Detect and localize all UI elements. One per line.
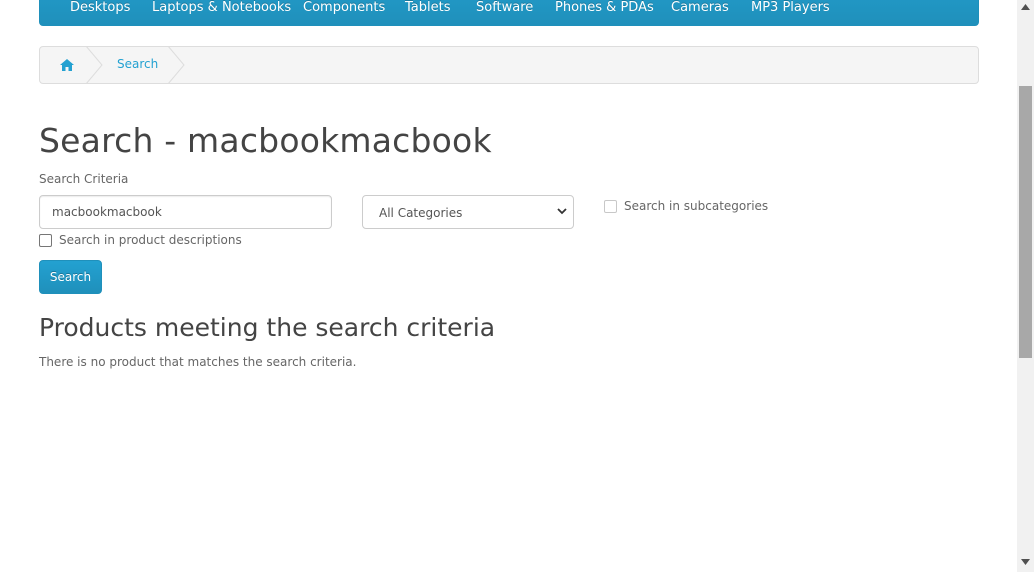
scroll-up-arrow-icon[interactable] <box>1021 4 1030 10</box>
menu-item-mp3-players[interactable]: MP3 Players <box>751 0 830 15</box>
descriptions-label: Search in product descriptions <box>59 233 242 247</box>
results-heading: Products meeting the search criteria <box>39 313 496 342</box>
category-selected-value: All Categories <box>379 206 463 220</box>
search-input[interactable] <box>39 195 332 229</box>
search-button[interactable]: Search <box>39 260 102 294</box>
category-menu: Desktops Laptops & Notebooks Components … <box>39 0 979 26</box>
menu-item-software[interactable]: Software <box>476 0 533 15</box>
menu-item-tablets[interactable]: Tablets <box>405 0 451 15</box>
no-results-message: There is no product that matches the sea… <box>39 355 357 369</box>
menu-item-phones-pdas[interactable]: Phones & PDAs <box>555 0 654 15</box>
breadcrumb: Search <box>39 46 979 84</box>
menu-item-components[interactable]: Components <box>303 0 385 15</box>
descriptions-checkbox[interactable] <box>39 234 52 247</box>
vertical-scrollbar[interactable] <box>1017 0 1034 572</box>
subcategories-label: Search in subcategories <box>624 199 769 213</box>
home-icon[interactable] <box>58 56 76 74</box>
page: Desktops Laptops & Notebooks Components … <box>0 0 1017 572</box>
chevron-down-icon <box>557 208 567 215</box>
breadcrumb-search-link[interactable]: Search <box>117 57 158 71</box>
breadcrumb-separator <box>167 46 185 84</box>
scrollbar-thumb[interactable] <box>1019 86 1032 358</box>
menu-item-desktops[interactable]: Desktops <box>70 0 130 15</box>
scroll-down-arrow-icon[interactable] <box>1021 559 1030 565</box>
breadcrumb-separator <box>85 46 103 84</box>
category-select[interactable]: All Categories <box>362 195 574 229</box>
menu-item-laptops-notebooks[interactable]: Laptops & Notebooks <box>152 0 291 15</box>
menu-item-cameras[interactable]: Cameras <box>671 0 729 15</box>
page-title: Search - macbookmacbook <box>39 121 492 160</box>
search-criteria-label: Search Criteria <box>39 172 129 186</box>
subcategories-checkbox[interactable] <box>604 200 617 213</box>
